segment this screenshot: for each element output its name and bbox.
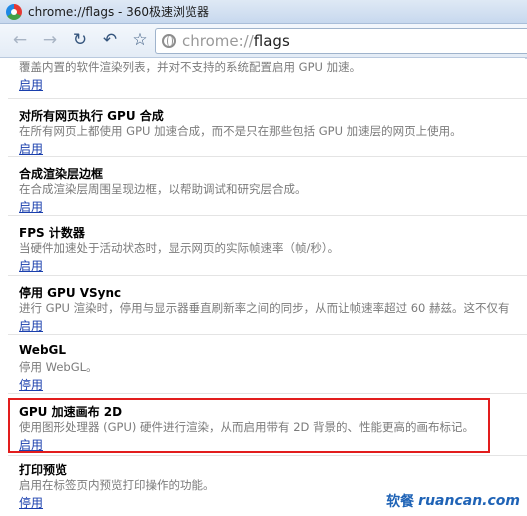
forward-arrow-icon[interactable]: →: [38, 29, 62, 53]
flag-description: 覆盖内置的软件渲染列表，并对不支持的系统配置启用 GPU 加速。: [19, 60, 362, 74]
flag-description: 停用 WebGL。: [19, 360, 98, 374]
browser-toolbar: ← → ↻ ↶ ☆ chrome://flags: [0, 24, 527, 58]
flag-enable-link[interactable]: 启用: [19, 198, 43, 215]
flag-title: FPS 计数器: [19, 226, 85, 240]
flag-item: 覆盖内置的软件渲染列表，并对不支持的系统配置启用 GPU 加速。 启用: [8, 59, 527, 99]
back-arrow-icon[interactable]: ←: [8, 29, 32, 53]
flag-disable-link[interactable]: 停用: [19, 376, 43, 393]
address-bar[interactable]: chrome://flags: [155, 28, 527, 54]
highlight-box: [8, 398, 490, 453]
flag-enable-link[interactable]: 启用: [19, 76, 43, 93]
undo-icon[interactable]: ↶: [98, 29, 122, 53]
flag-description: 进行 GPU 渲染时，停用与显示器垂直刷新率之间的同步，从而让帧速率超过 60 …: [19, 301, 510, 315]
flag-enable-link[interactable]: 启用: [19, 140, 43, 157]
flag-disable-link[interactable]: 停用: [19, 494, 43, 511]
flag-description: 当硬件加速处于活动状态时，显示网页的实际帧速率（帧/秒）。: [19, 241, 340, 255]
flag-item: 停用 GPU VSync 进行 GPU 渲染时，停用与显示器垂直刷新率之间的同步…: [8, 276, 527, 335]
flag-description: 在合成渲染层周围呈现边框，以帮助调试和研究层合成。: [19, 182, 307, 196]
window-title: chrome://flags - 360极速浏览器: [28, 5, 210, 19]
flag-title: 对所有网页执行 GPU 合成: [19, 109, 164, 123]
url-scheme: chrome://: [182, 32, 254, 50]
flag-description: 启用在标签页内预览打印操作的功能。: [19, 478, 215, 492]
flag-item: WebGL 停用 WebGL。 停用: [8, 335, 527, 394]
reload-icon[interactable]: ↻: [68, 29, 92, 53]
flag-item: 合成渲染层边框 在合成渲染层周围呈现边框，以帮助调试和研究层合成。 启用: [8, 157, 527, 216]
title-bar: chrome://flags - 360极速浏览器: [0, 0, 527, 24]
flag-title: WebGL: [19, 343, 67, 357]
flag-enable-link[interactable]: 启用: [19, 257, 43, 274]
watermark-en: ruancan.com: [418, 493, 520, 509]
flag-title: 打印预览: [19, 463, 68, 477]
star-icon[interactable]: ☆: [128, 29, 152, 53]
flag-enable-link[interactable]: 启用: [19, 317, 43, 334]
flag-title: 停用 GPU VSync: [19, 286, 122, 300]
watermark-cn: 软餐: [386, 494, 415, 510]
url-path: flags: [253, 32, 290, 50]
globe-icon: [162, 34, 176, 48]
address-url: chrome://flags: [182, 32, 290, 50]
flag-description: 在所有网页上都使用 GPU 加速合成，而不是只在那些包括 GPU 加速层的网页上…: [19, 124, 462, 138]
browser-logo-icon: [6, 3, 22, 20]
flag-item: FPS 计数器 当硬件加速处于活动状态时，显示网页的实际帧速率（帧/秒）。 启用: [8, 216, 527, 276]
watermark: 软餐 ruancan.com: [382, 490, 524, 512]
flag-item: 对所有网页执行 GPU 合成 在所有网页上都使用 GPU 加速合成，而不是只在那…: [8, 99, 527, 157]
flag-title: 合成渲染层边框: [19, 167, 104, 181]
flags-list: 覆盖内置的软件渲染列表，并对不支持的系统配置启用 GPU 加速。 启用 对所有网…: [0, 59, 527, 516]
